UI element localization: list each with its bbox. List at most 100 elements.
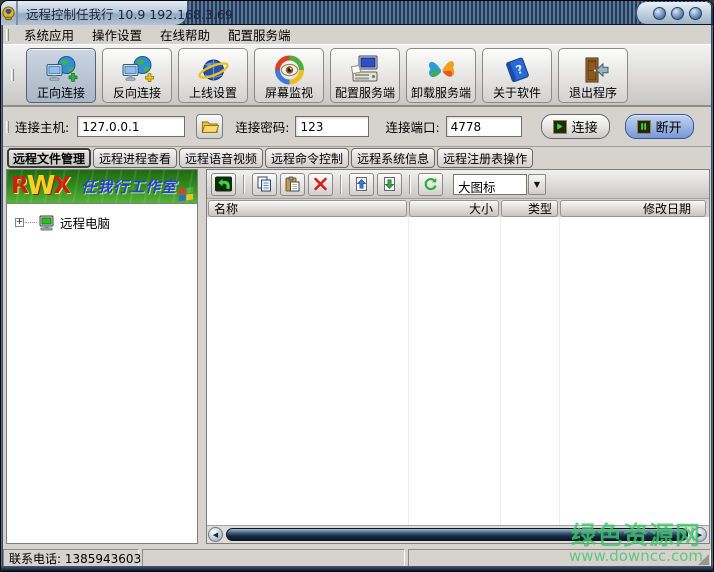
- delete-x-icon: [312, 176, 329, 192]
- studio-name: 任我行工作室: [81, 176, 177, 197]
- maximize-button[interactable]: [671, 7, 684, 20]
- tab-remote-audio-video[interactable]: 远程语音视频: [179, 148, 263, 168]
- uninstall-server-button[interactable]: 卸载服务端: [406, 48, 476, 103]
- toolbar-separator: [340, 175, 342, 194]
- scroll-left-button[interactable]: ◀: [208, 527, 223, 542]
- copy-button[interactable]: [252, 173, 277, 196]
- status-right-panel: [408, 549, 711, 567]
- view-mode-combo[interactable]: 大图标 ▼: [453, 174, 546, 195]
- connect-play-icon: [553, 120, 567, 134]
- password-label: 连接密码:: [235, 117, 289, 136]
- list-header: 名称 大小 类型 修改日期: [207, 199, 709, 217]
- logo-letter-r: R: [11, 175, 29, 198]
- about-software-button[interactable]: ? 关于软件: [482, 48, 552, 103]
- screen-monitor-button[interactable]: 屏幕监视: [254, 48, 324, 103]
- contact-phone: 联系电话: 13859436039: [9, 550, 149, 567]
- host-input[interactable]: [77, 116, 185, 137]
- tree-expand-icon[interactable]: +: [15, 218, 24, 227]
- toolbar-grip[interactable]: [11, 69, 14, 81]
- toolbar-separator: [409, 175, 411, 194]
- browse-host-button[interactable]: [196, 114, 223, 139]
- upload-button[interactable]: [349, 173, 374, 196]
- window-left-edge: [1, 25, 3, 571]
- window-right-edge: [711, 25, 713, 571]
- forward-connect-icon: [45, 55, 78, 86]
- about-software-icon: ?: [501, 55, 534, 86]
- resize-grip[interactable]: [698, 554, 709, 565]
- toolbar-button-label: 关于软件: [493, 86, 541, 101]
- copy-icon: [256, 176, 273, 192]
- column-header-modified[interactable]: 修改日期: [560, 200, 706, 217]
- toolbar-button-label: 正向连接: [37, 86, 85, 101]
- upload-icon: [353, 176, 370, 192]
- chevron-down-icon[interactable]: ▼: [528, 174, 546, 195]
- disconnect-button-label: 断开: [656, 117, 682, 136]
- menu-system[interactable]: 系统应用: [15, 25, 83, 44]
- connection-bar-grip[interactable]: [6, 121, 9, 133]
- menu-help[interactable]: 在线帮助: [151, 25, 219, 44]
- status-bar: 联系电话: 13859436039: [3, 548, 711, 567]
- disconnect-pause-icon: [637, 120, 651, 134]
- menu-config-server[interactable]: 配置服务端: [219, 25, 300, 44]
- uninstall-server-icon: [425, 55, 458, 86]
- toolbar-button-label: 屏幕监视: [265, 86, 313, 101]
- delete-button[interactable]: [308, 173, 333, 196]
- tab-remote-system-info[interactable]: 远程系统信息: [351, 148, 435, 168]
- column-header-size[interactable]: 大小: [409, 200, 499, 217]
- scroll-right-button[interactable]: ▶: [692, 527, 707, 542]
- reverse-connect-button[interactable]: 反向连接: [102, 48, 172, 103]
- tree-connector: [25, 222, 37, 223]
- title-bar[interactable]: 远程控制任我行 10.9 192.168.3.69: [1, 1, 713, 25]
- open-folder-icon: [201, 119, 219, 134]
- close-button[interactable]: [689, 7, 702, 20]
- connect-button[interactable]: 连接: [541, 114, 610, 139]
- screen-monitor-icon: [273, 55, 306, 86]
- refresh-button[interactable]: [418, 173, 443, 196]
- file-toolbar: 大图标 ▼: [207, 170, 709, 199]
- window-title: 远程控制任我行 10.9 192.168.3.69: [26, 4, 233, 23]
- minimize-button[interactable]: [653, 7, 666, 20]
- app-icon[interactable]: [1, 1, 18, 25]
- title-bar-left: 远程控制任我行 10.9 192.168.3.69: [1, 1, 189, 25]
- toolbar-button-label: 退出程序: [569, 86, 617, 101]
- column-header-type[interactable]: 类型: [501, 200, 558, 217]
- exit-program-button[interactable]: 退出程序: [558, 48, 628, 103]
- host-label: 连接主机:: [15, 117, 69, 136]
- online-settings-button[interactable]: 上线设置: [178, 48, 248, 103]
- config-server-button[interactable]: 配置服务端: [330, 48, 400, 103]
- disconnect-button[interactable]: 断开: [625, 114, 694, 139]
- toolbar-button-label: 卸载服务端: [411, 86, 471, 101]
- horizontal-scrollbar[interactable]: ◀ ▶: [207, 525, 709, 543]
- remote-computer-tree: + 远程电脑: [6, 204, 198, 544]
- studio-banner: R W X 任我行工作室: [6, 169, 198, 204]
- window-controls: [635, 2, 711, 24]
- toolbar-button-label: 反向连接: [113, 86, 161, 101]
- column-divider: [408, 217, 409, 525]
- menu-grip[interactable]: [6, 29, 9, 41]
- exit-program-icon: [577, 55, 610, 86]
- forward-connect-button[interactable]: 正向连接: [26, 48, 96, 103]
- paste-icon: [284, 176, 301, 192]
- go-up-button[interactable]: [211, 173, 236, 196]
- menu-operation[interactable]: 操作设置: [83, 25, 151, 44]
- window-bottom-edge: [1, 566, 713, 571]
- tab-remote-process-view[interactable]: 远程进程查看: [93, 148, 177, 168]
- status-contact-panel: 联系电话: 13859436039: [3, 549, 139, 567]
- download-icon: [381, 176, 398, 192]
- up-level-icon: [215, 176, 232, 192]
- online-settings-icon: [197, 55, 230, 86]
- tab-remote-registry[interactable]: 远程注册表操作: [437, 148, 533, 168]
- password-input[interactable]: [295, 116, 369, 137]
- tab-remote-command-control[interactable]: 远程命令控制: [265, 148, 349, 168]
- sidebar: R W X 任我行工作室 +: [6, 169, 198, 544]
- tree-item-remote-computer[interactable]: + 远程电脑: [15, 213, 197, 232]
- scrollbar-thumb[interactable]: [226, 528, 688, 541]
- download-button[interactable]: [377, 173, 402, 196]
- tab-remote-file-manager[interactable]: 远程文件管理: [7, 148, 91, 168]
- config-server-icon: [349, 55, 382, 86]
- file-list[interactable]: [207, 217, 709, 525]
- port-input[interactable]: [446, 116, 522, 137]
- paste-button[interactable]: [280, 173, 305, 196]
- connection-bar: 连接主机: 连接密码: 连接端口: 连接 断开: [3, 107, 711, 147]
- column-header-name[interactable]: 名称: [208, 200, 407, 217]
